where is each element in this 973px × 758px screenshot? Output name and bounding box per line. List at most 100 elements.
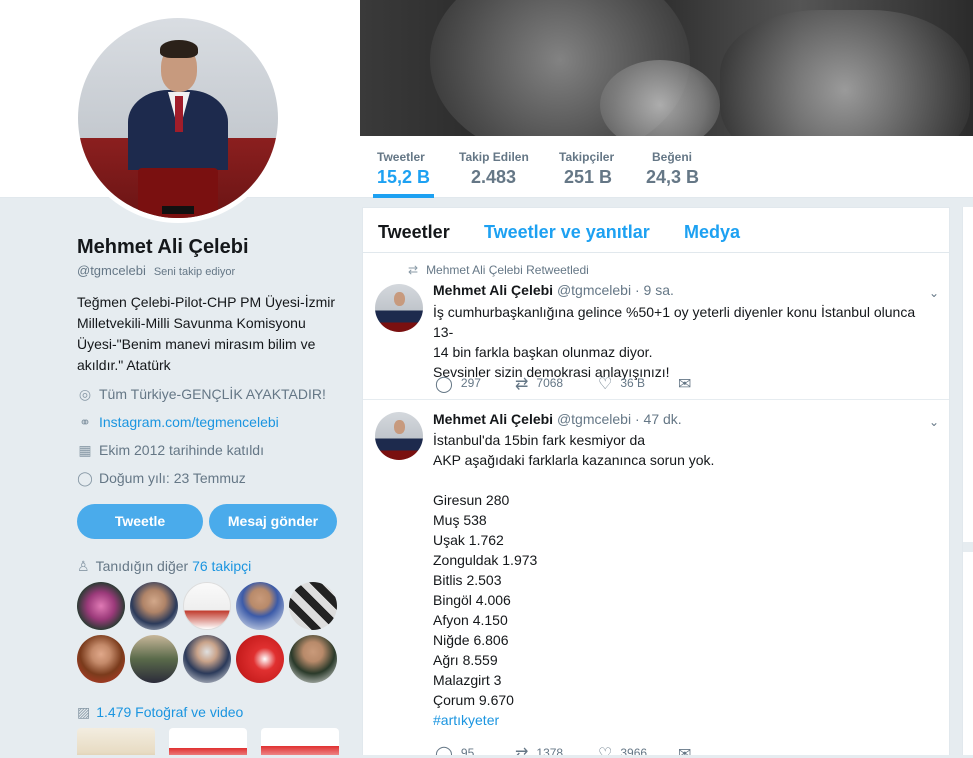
- message-button[interactable]: Mesaj gönder: [209, 504, 337, 539]
- media-thumbnail[interactable]: [169, 728, 247, 758]
- dm-button[interactable]: ✉: [678, 374, 699, 394]
- timeline: Tweetler Tweetler ve yanıtlar Medya ⇄ Meh…: [362, 207, 950, 758]
- stat-followers[interactable]: Takipçiler 251 B: [559, 150, 614, 188]
- sidebar-divider: [963, 542, 973, 552]
- tweet-timestamp[interactable]: · 9 sa.: [635, 282, 674, 298]
- tweet-text-line: Muş 538: [433, 512, 487, 528]
- balloon-icon: ◯: [77, 470, 93, 486]
- tweet-text-line: Niğde 6.806: [433, 632, 509, 648]
- stat-following[interactable]: Takip Edilen 2.483: [459, 150, 529, 188]
- like-button[interactable]: ♡ 36 B: [598, 374, 645, 394]
- retweet-button[interactable]: ⇄ 7068: [515, 374, 563, 394]
- stat-label: Beğeni: [652, 150, 693, 164]
- tweet-text-line: Bingöl 4.006: [433, 592, 511, 608]
- envelope-icon: ✉: [678, 376, 692, 393]
- stat-likes[interactable]: Beğeni 24,3 B: [646, 150, 699, 188]
- link-icon: ⚭: [79, 414, 91, 430]
- follower-avatar[interactable]: [289, 582, 337, 630]
- tweet-text: İstanbul'da 15bin fark kesmiyor da AKP a…: [433, 430, 938, 730]
- reply-button[interactable]: ◯ 297: [435, 374, 481, 394]
- follower-avatar[interactable]: [183, 635, 231, 683]
- heart-icon: ♡: [598, 376, 613, 393]
- retweet-count: 7068: [536, 376, 564, 390]
- avatar-tie: [175, 96, 183, 132]
- profile-avatar[interactable]: [73, 13, 283, 223]
- retweet-icon: ⇄: [408, 263, 419, 277]
- follower-avatar[interactable]: [77, 582, 125, 630]
- hashtag-link[interactable]: #artıkyeter: [433, 710, 938, 730]
- tweet-author-handle[interactable]: @tgmcelebi: [557, 411, 631, 427]
- tweet-text-line: İş cumhurbaşkanlığına gelince %50+1 oy y…: [433, 304, 916, 340]
- tab-media[interactable]: Medya: [684, 222, 740, 243]
- tweet-text-line: Çorum 9.670: [433, 692, 514, 708]
- tweet-avatar[interactable]: [375, 284, 423, 332]
- tab-tweets-replies[interactable]: Tweetler ve yanıtlar: [484, 222, 650, 243]
- stat-tweets[interactable]: Tweetler 15,2 B: [372, 150, 435, 198]
- avatar-head: [394, 292, 405, 306]
- known-followers-prefix: Tanıdığın diğer: [95, 558, 189, 574]
- calendar-icon: ▦: [78, 442, 92, 458]
- profile-name[interactable]: Mehmet Ali Çelebi: [77, 236, 249, 259]
- like-count: 36 B: [620, 376, 646, 390]
- follower-avatar[interactable]: [236, 582, 284, 630]
- photos-videos-label[interactable]: 1.479 Fotoğraf ve video: [96, 704, 243, 720]
- profile-birthday: ◯ Doğum yılı: 23 Temmuz: [77, 470, 246, 487]
- stat-label: Takip Edilen: [459, 150, 529, 164]
- tweet[interactable]: ⇄ Mehmet Ali Çelebi Retweetledi Mehmet Al…: [363, 254, 949, 400]
- tweet-header: Mehmet Ali Çelebi @tgmcelebi · 47 dk.: [433, 411, 682, 427]
- photo-icon: ▨: [77, 704, 91, 720]
- media-thumbnail[interactable]: [77, 728, 155, 758]
- tweet-avatar[interactable]: [375, 412, 423, 460]
- birthday-text: Doğum yılı: 23 Temmuz: [99, 470, 246, 486]
- follower-avatar[interactable]: [236, 635, 284, 683]
- profile-handle[interactable]: @tgmcelebi: [77, 263, 146, 278]
- tweet-author-name[interactable]: Mehmet Ali Çelebi: [433, 282, 553, 298]
- website-link[interactable]: Instagram.com/tegmencelebi: [99, 414, 279, 430]
- avatar-hair: [160, 40, 198, 58]
- profile-bio: Teğmen Çelebi-Pilot-CHP PM Üyesi-İzmir M…: [77, 294, 336, 373]
- tweet-text-line: Malazgirt 3: [433, 672, 502, 688]
- tweet-text-line: Zonguldak 1.973: [433, 552, 538, 568]
- banner-photo-shape: [600, 60, 720, 136]
- tab-tweets[interactable]: Tweetler: [378, 222, 450, 243]
- follower-avatar[interactable]: [289, 635, 337, 683]
- tweet-text-line: 14 bin farkla başkan olunmaz diyor.: [433, 344, 653, 360]
- stat-value: 251 B: [564, 167, 613, 187]
- tweet[interactable]: Mehmet Ali Çelebi @tgmcelebi · 47 dk. ⌄ …: [363, 401, 949, 757]
- tweet-author-handle[interactable]: @tgmcelebi: [557, 282, 631, 298]
- location-icon: ◎: [78, 386, 92, 402]
- location-text: Tüm Türkiye-GENÇLİK AYAKTADIR!: [99, 386, 326, 402]
- stat-value: 15,2 B: [377, 167, 431, 187]
- stat-value: 2.483: [471, 167, 517, 187]
- stat-label: Takipçiler: [559, 150, 615, 164]
- profile-handle-row: @tgmcelebi Seni takip ediyor: [77, 263, 235, 278]
- photos-videos-link[interactable]: ▨ 1.479 Fotoğraf ve video: [77, 704, 243, 721]
- person-icon: ♙: [77, 558, 90, 574]
- profile-joined: ▦ Ekim 2012 tarihinde katıldı: [77, 442, 264, 459]
- tweet-author-name[interactable]: Mehmet Ali Çelebi: [433, 411, 553, 427]
- stat-value: 24,3 B: [646, 167, 700, 187]
- follower-avatar[interactable]: [77, 635, 125, 683]
- banner-photo-shape: [720, 10, 970, 136]
- known-followers-header: ♙ Tanıdığın diğer 76 takipçi: [77, 558, 251, 575]
- chevron-down-icon[interactable]: ⌄: [929, 415, 939, 429]
- chevron-down-icon[interactable]: ⌄: [929, 286, 939, 300]
- media-thumbnail[interactable]: [261, 728, 339, 758]
- follower-avatar[interactable]: [130, 635, 178, 683]
- tweet-button[interactable]: Tweetle: [77, 504, 203, 539]
- retweet-context-text[interactable]: Mehmet Ali Çelebi Retweetledi: [426, 263, 589, 277]
- follower-avatar[interactable]: [130, 582, 178, 630]
- known-followers-link[interactable]: 76 takipçi: [192, 558, 251, 574]
- reply-icon: ◯: [435, 376, 453, 393]
- stat-label: Tweetler: [377, 150, 425, 164]
- right-sidebar-edge: [962, 207, 973, 758]
- follows-you-badge: Seni takip ediyor: [153, 266, 236, 278]
- tweet-timestamp[interactable]: · 47 dk.: [635, 411, 682, 427]
- follower-avatar[interactable]: [183, 582, 231, 630]
- tweet-text-line: [433, 470, 938, 490]
- tweet-text-line: AKP aşağıdaki farklarla kazanınca sorun …: [433, 452, 715, 468]
- joined-text: Ekim 2012 tarihinde katıldı: [99, 442, 264, 458]
- tweet-text-line: Giresun 280: [433, 492, 510, 508]
- profile-website[interactable]: ⚭ Instagram.com/tegmencelebi: [77, 414, 279, 431]
- tweet-text: İş cumhurbaşkanlığına gelince %50+1 oy y…: [433, 302, 938, 382]
